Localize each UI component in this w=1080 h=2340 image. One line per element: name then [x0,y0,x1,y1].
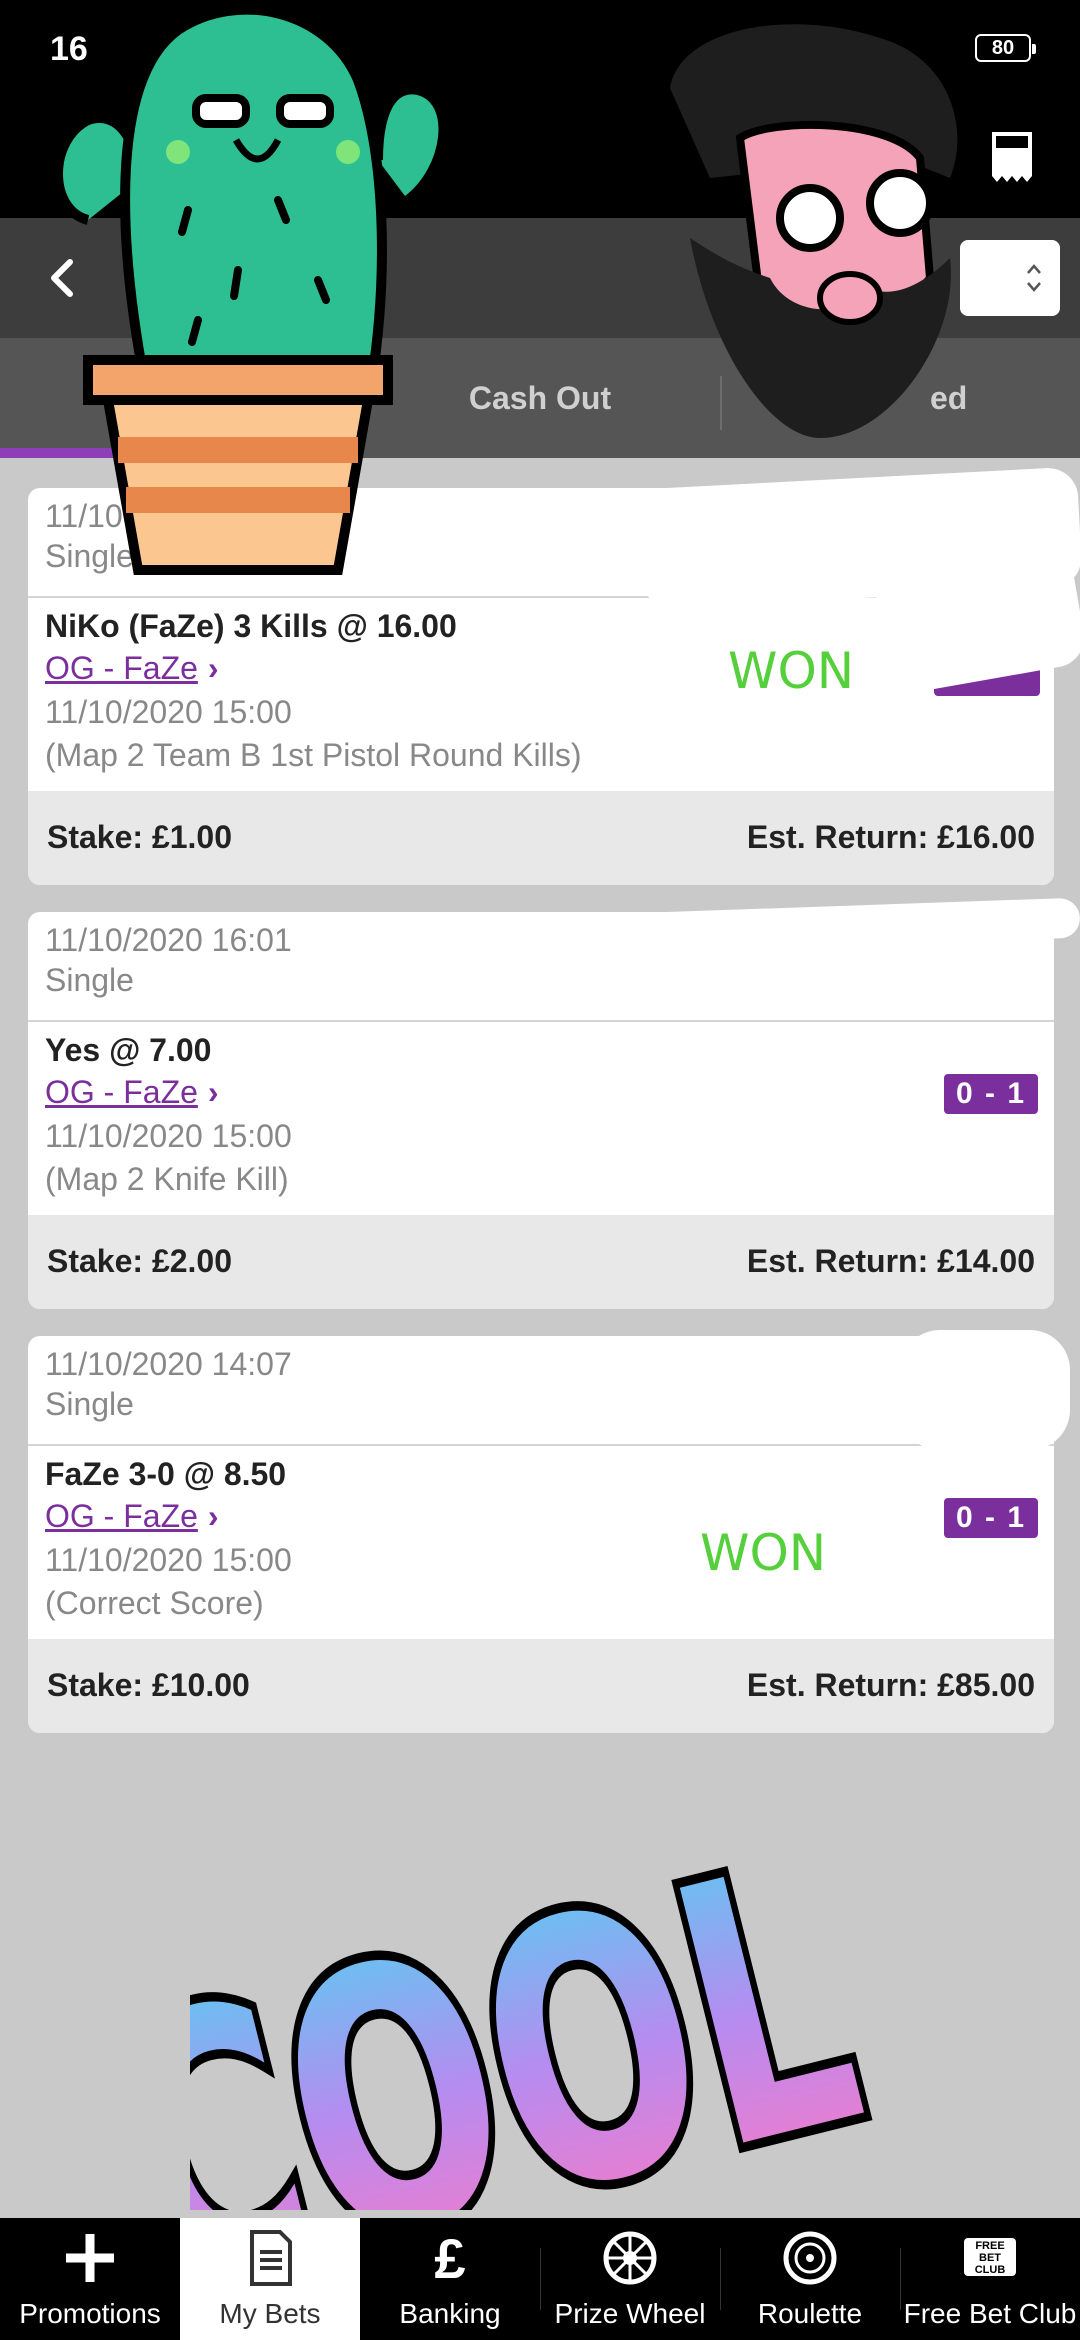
bet-date: 11/10/2020 16:01 [45,922,292,958]
free-bet-club-icon-text: FREE BET CLUB [974,2240,1006,2276]
selection-title: Yes @ 7.00 [45,1032,212,1068]
bet-card: 11/10/2020 16:01 Single Yes @ 7.00 OG - … [28,912,1054,1309]
event-time: 11/10/2020 15:00 [45,1542,292,1578]
market-name: (Map 2 Knife Kill) [45,1161,289,1197]
battery-icon: 80 [975,34,1036,62]
bet-card-body: FaZe 3-0 @ 8.50 OG - FaZe › 11/10/2020 15… [28,1446,1054,1639]
event-link-label: OG - FaZe [45,1498,198,1534]
cactus-sticker [53,4,449,575]
pound-icon: £ [434,2228,465,2288]
event-link-label: OG - FaZe [45,650,198,686]
nav-label: Free Bet Club [903,2298,1077,2329]
bet-card-footer: Stake: £2.00 Est. Return: £14.00 [28,1215,1054,1309]
betslip-icon[interactable] [990,130,1034,184]
event-link[interactable]: OG - FaZe › [45,650,219,687]
bet-type: Single [45,1386,134,1422]
selection-title: FaZe 3-0 @ 8.50 [45,1456,287,1492]
bet-type: Single [45,962,134,998]
nav-promotions[interactable]: Promotions [0,2218,180,2340]
event-time: 11/10/2020 15:00 [45,1118,292,1154]
estimated-return: Est. Return: £16.00 [746,819,1035,855]
market-name: (Map 2 Team B 1st Pistol Round Kills) [45,737,582,773]
market-name: (Correct Score) [45,1585,264,1621]
nav-my-bets[interactable]: My Bets [180,2218,360,2340]
stake-amount: Stake: £1.00 [47,819,233,855]
nav-prize-wheel[interactable]: Prize Wheel [540,2218,720,2340]
event-link-label: OG - FaZe [45,1074,198,1110]
won-label: WON [700,1524,827,1582]
bottom-nav: Promotions My Bets £ Banking Prize Wheel… [0,2218,1080,2340]
nav-label: Roulette [757,2298,863,2329]
bet-card-body: Yes @ 7.00 OG - FaZe › 11/10/2020 15:00 (… [28,1022,1054,1215]
bet-card-footer: Stake: £10.00 Est. Return: £85.00 [28,1639,1054,1733]
nav-label: Promotions [19,2298,161,2329]
bet-card-footer: Stake: £1.00 Est. Return: £16.00 [28,791,1054,885]
event-link[interactable]: OG - FaZe › [45,1074,219,1111]
svg-text:£: £ [434,2228,465,2288]
estimated-return: Est. Return: £14.00 [746,1243,1035,1279]
chevron-right-icon: › [207,1498,219,1534]
plus-icon [66,2234,114,2282]
score-badge: 0 - 1 [943,1498,1038,1538]
roulette-icon [783,2231,837,2285]
chevron-right-icon: › [207,650,219,686]
chevron-right-icon: › [207,1074,219,1110]
stake-amount: Stake: £2.00 [47,1243,233,1279]
won-label: WON [728,642,855,700]
scribble-mark [900,1330,1070,1450]
nav-free-bet-club[interactable]: FREE BET CLUB Free Bet Club [900,2218,1080,2340]
wheel-icon [603,2231,657,2285]
stake-amount: Stake: £10.00 [47,1667,250,1703]
nav-label: My Bets [219,2298,321,2329]
selection-title: NiKo (FaZe) 3 Kills @ 16.00 [45,608,457,644]
bearded-man-sticker [670,24,958,438]
event-time: 11/10/2020 15:00 [45,694,292,730]
nav-label: Banking [399,2298,501,2329]
nav-roulette[interactable]: Roulette [720,2218,900,2340]
estimated-return: Est. Return: £85.00 [746,1667,1035,1703]
chevron-updown-icon [1027,264,1041,292]
nav-label: Prize Wheel [554,2298,706,2329]
event-link[interactable]: OG - FaZe › [45,1498,219,1535]
score-badge: 0 - 1 [943,1074,1038,1114]
bet-date: 11/10/2020 14:07 [45,1346,292,1382]
cool-text: COOL [190,1788,890,2210]
nav-banking[interactable]: £ Banking [360,2218,540,2340]
cool-sticker: COOL [190,1780,890,2210]
document-icon [250,2230,292,2286]
